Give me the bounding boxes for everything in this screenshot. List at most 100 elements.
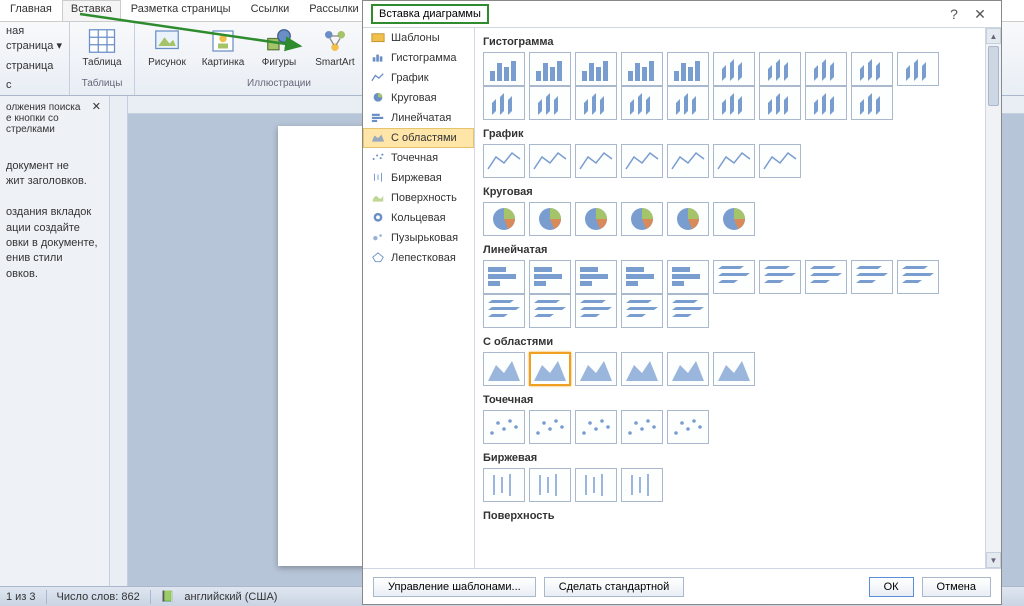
gallery-scrollbar[interactable]: ▲ ▼ bbox=[985, 28, 1001, 568]
category-line[interactable]: График bbox=[363, 68, 474, 88]
manage-templates-button[interactable]: Управление шаблонами... bbox=[373, 577, 536, 597]
help-button[interactable]: ? bbox=[941, 4, 967, 24]
status-lang[interactable]: английский (США) bbox=[184, 591, 277, 603]
category-bubble[interactable]: Пузырьковая bbox=[363, 228, 474, 248]
chart-type-line-6[interactable] bbox=[759, 144, 801, 178]
chart-type-line-1[interactable] bbox=[529, 144, 571, 178]
chart-type-line-2[interactable] bbox=[575, 144, 617, 178]
proofing-icon[interactable]: 📗 bbox=[161, 590, 175, 603]
chart-type-column-2[interactable] bbox=[575, 52, 617, 86]
chart-type-scatter-0[interactable] bbox=[483, 410, 525, 444]
chart-type-line-5[interactable] bbox=[713, 144, 755, 178]
category-surface[interactable]: Поверхность bbox=[363, 188, 474, 208]
category-radar[interactable]: Лепестковая bbox=[363, 248, 474, 268]
category-area[interactable]: С областями bbox=[363, 128, 474, 148]
pages-item[interactable]: ная страница ▾ bbox=[6, 24, 63, 55]
category-bar[interactable]: Линейчатая bbox=[363, 108, 474, 128]
chart-type-pie-3[interactable] bbox=[621, 202, 663, 236]
chart-type-scatter-4[interactable] bbox=[667, 410, 709, 444]
tab-home[interactable]: Главная bbox=[0, 0, 62, 21]
shapes-button[interactable]: Фигуры bbox=[253, 24, 305, 78]
chart-type-bar-4[interactable] bbox=[667, 260, 709, 294]
chart-type-column-17[interactable] bbox=[805, 86, 847, 120]
chart-type-scatter-3[interactable] bbox=[621, 410, 663, 444]
chart-type-column-7[interactable] bbox=[805, 52, 847, 86]
chart-type-area-4[interactable] bbox=[667, 352, 709, 386]
chart-type-column-5[interactable] bbox=[713, 52, 755, 86]
status-page[interactable]: 1 из 3 bbox=[6, 591, 36, 603]
scroll-up-icon[interactable]: ▲ bbox=[986, 28, 1001, 44]
nav-close-icon[interactable]: ✕ bbox=[92, 100, 101, 113]
chart-type-bar-1[interactable] bbox=[529, 260, 571, 294]
clipart-button[interactable]: Картинка bbox=[197, 24, 249, 78]
chart-type-stock-1[interactable] bbox=[529, 468, 571, 502]
chart-type-column-3[interactable] bbox=[621, 52, 663, 86]
chart-type-column-16[interactable] bbox=[759, 86, 801, 120]
tab-mail[interactable]: Рассылки bbox=[299, 0, 368, 21]
chart-type-column-12[interactable] bbox=[575, 86, 617, 120]
chart-type-bar-5[interactable] bbox=[713, 260, 755, 294]
chart-type-bar-8[interactable] bbox=[851, 260, 893, 294]
chart-type-bar-7[interactable] bbox=[805, 260, 847, 294]
chart-type-column-1[interactable] bbox=[529, 52, 571, 86]
chart-type-bar-13[interactable] bbox=[621, 294, 663, 328]
chart-type-column-18[interactable] bbox=[851, 86, 893, 120]
chart-type-column-9[interactable] bbox=[897, 52, 939, 86]
chart-type-bar-0[interactable] bbox=[483, 260, 525, 294]
set-default-button[interactable]: Сделать стандартной bbox=[544, 577, 685, 597]
chart-type-pie-0[interactable] bbox=[483, 202, 525, 236]
chart-type-scatter-1[interactable] bbox=[529, 410, 571, 444]
chart-type-line-3[interactable] bbox=[621, 144, 663, 178]
category-templates[interactable]: Шаблоны bbox=[363, 28, 474, 48]
smartart-button[interactable]: SmartArt bbox=[309, 24, 361, 78]
chart-type-column-4[interactable] bbox=[667, 52, 709, 86]
chart-type-bar-3[interactable] bbox=[621, 260, 663, 294]
cancel-button[interactable]: Отмена bbox=[922, 577, 991, 597]
category-doughnut[interactable]: Кольцевая bbox=[363, 208, 474, 228]
chart-type-bar-2[interactable] bbox=[575, 260, 617, 294]
category-stock[interactable]: Биржевая bbox=[363, 168, 474, 188]
chart-type-column-6[interactable] bbox=[759, 52, 801, 86]
chart-type-bar-10[interactable] bbox=[483, 294, 525, 328]
chart-type-area-2[interactable] bbox=[575, 352, 617, 386]
chart-type-column-8[interactable] bbox=[851, 52, 893, 86]
scroll-thumb[interactable] bbox=[988, 46, 999, 106]
close-button[interactable]: ✕ bbox=[967, 4, 993, 24]
chart-type-pie-4[interactable] bbox=[667, 202, 709, 236]
chart-type-column-10[interactable] bbox=[483, 86, 525, 120]
chart-type-column-14[interactable] bbox=[667, 86, 709, 120]
chart-type-area-1[interactable] bbox=[529, 352, 571, 386]
chart-type-stock-2[interactable] bbox=[575, 468, 617, 502]
tab-insert[interactable]: Вставка bbox=[62, 0, 121, 21]
chart-type-area-3[interactable] bbox=[621, 352, 663, 386]
category-pie[interactable]: Круговая bbox=[363, 88, 474, 108]
picture-button[interactable]: Рисунок bbox=[141, 24, 193, 78]
tab-refs[interactable]: Ссылки bbox=[241, 0, 300, 21]
chart-type-bar-11[interactable] bbox=[529, 294, 571, 328]
chart-type-line-4[interactable] bbox=[667, 144, 709, 178]
chart-type-bar-14[interactable] bbox=[667, 294, 709, 328]
chart-type-column-15[interactable] bbox=[713, 86, 755, 120]
scroll-down-icon[interactable]: ▼ bbox=[986, 552, 1001, 568]
status-words[interactable]: Число слов: 862 bbox=[57, 591, 140, 603]
chart-type-stock-3[interactable] bbox=[621, 468, 663, 502]
table-button[interactable]: Таблица bbox=[76, 24, 128, 78]
chart-type-pie-5[interactable] bbox=[713, 202, 755, 236]
pages-item[interactable]: страница bbox=[6, 59, 53, 74]
chart-type-scatter-2[interactable] bbox=[575, 410, 617, 444]
category-scatter[interactable]: Точечная bbox=[363, 148, 474, 168]
chart-type-pie-1[interactable] bbox=[529, 202, 571, 236]
chart-type-bar-6[interactable] bbox=[759, 260, 801, 294]
chart-type-bar-12[interactable] bbox=[575, 294, 617, 328]
chart-type-column-11[interactable] bbox=[529, 86, 571, 120]
chart-type-bar-9[interactable] bbox=[897, 260, 939, 294]
chart-type-line-0[interactable] bbox=[483, 144, 525, 178]
tab-layout[interactable]: Разметка страницы bbox=[121, 0, 241, 21]
chart-type-area-5[interactable] bbox=[713, 352, 755, 386]
chart-type-area-0[interactable] bbox=[483, 352, 525, 386]
chart-type-column-0[interactable] bbox=[483, 52, 525, 86]
chart-type-stock-0[interactable] bbox=[483, 468, 525, 502]
chart-type-column-13[interactable] bbox=[621, 86, 663, 120]
ok-button[interactable]: ОК bbox=[869, 577, 914, 597]
category-column[interactable]: Гистограмма bbox=[363, 48, 474, 68]
